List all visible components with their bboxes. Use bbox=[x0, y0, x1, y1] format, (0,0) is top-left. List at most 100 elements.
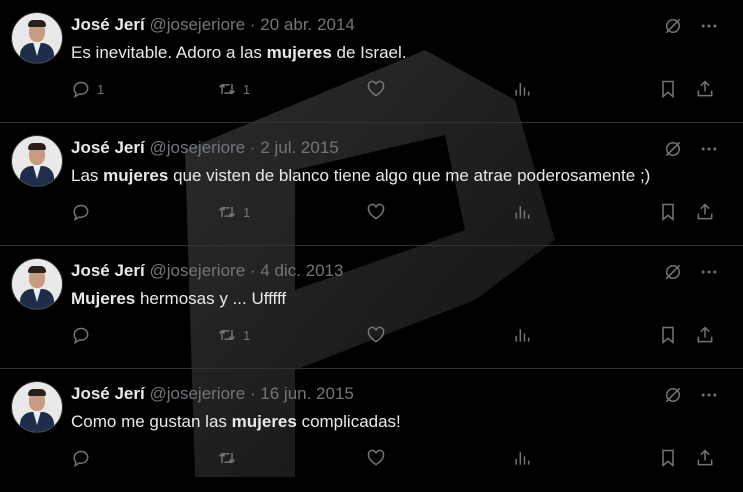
avatar[interactable] bbox=[11, 258, 63, 310]
tweet[interactable]: José Jerí @josejeriore · 16 jun. 2015 Co… bbox=[0, 369, 743, 492]
more-icon[interactable] bbox=[697, 14, 721, 38]
tweet-text-a: Las bbox=[71, 166, 104, 185]
highlight-word: mujeres bbox=[231, 412, 297, 431]
separator-dot: · bbox=[249, 15, 256, 34]
author-name[interactable]: José Jerí bbox=[71, 384, 145, 403]
bookmark-icon bbox=[662, 326, 674, 345]
tweet-date[interactable]: 20 abr. 2014 bbox=[260, 15, 355, 34]
bookmark-button[interactable] bbox=[658, 325, 678, 345]
views-icon bbox=[515, 83, 530, 96]
like-icon bbox=[367, 80, 385, 97]
retweet-button[interactable] bbox=[217, 448, 243, 468]
views-button[interactable] bbox=[512, 202, 532, 222]
tweet-actions: 1 bbox=[71, 202, 721, 226]
reply-button[interactable]: 1 bbox=[71, 79, 104, 99]
retweet-button[interactable]: 1 bbox=[217, 202, 250, 222]
tweet-text-c: hermosas y ... Ufffff bbox=[135, 289, 287, 308]
tweet-feed: José Jerí @josejeriore · 20 abr. 2014 Es… bbox=[0, 0, 743, 492]
tweet-text-c: de Israel. bbox=[331, 43, 407, 62]
reply-icon bbox=[73, 204, 89, 222]
like-icon bbox=[367, 326, 385, 343]
tweet-actions: 1 bbox=[71, 325, 721, 349]
tweet-text-a: Como me gustan las bbox=[71, 412, 232, 431]
highlight-word: mujeres bbox=[266, 43, 332, 62]
tweet-text-c: complicadas! bbox=[296, 412, 401, 431]
separator-dot: · bbox=[249, 384, 256, 403]
author-handle[interactable]: @josejeriore bbox=[149, 261, 245, 280]
like-icon bbox=[367, 449, 385, 466]
share-icon bbox=[697, 449, 713, 466]
tweet-text: Es inevitable. Adoro a las mujeres de Is… bbox=[71, 43, 406, 63]
share-button[interactable] bbox=[695, 202, 715, 222]
retweet-button[interactable]: 1 bbox=[217, 79, 250, 99]
reply-count: 1 bbox=[97, 81, 105, 97]
retweet-icon bbox=[218, 329, 236, 341]
like-button[interactable] bbox=[366, 79, 386, 99]
tweet-date[interactable]: 2 jul. 2015 bbox=[260, 138, 338, 157]
share-icon bbox=[697, 326, 713, 343]
retweet-icon bbox=[218, 206, 236, 218]
views-icon bbox=[515, 452, 530, 465]
share-button[interactable] bbox=[695, 448, 715, 468]
author-name[interactable]: José Jerí bbox=[71, 261, 145, 280]
separator-dot: · bbox=[249, 138, 256, 157]
views-icon bbox=[515, 329, 530, 342]
avatar[interactable] bbox=[11, 12, 63, 64]
bookmark-button[interactable] bbox=[658, 448, 678, 468]
share-button[interactable] bbox=[695, 325, 715, 345]
tweet-text-a: Es inevitable. Adoro a las bbox=[71, 43, 267, 62]
avatar[interactable] bbox=[11, 381, 63, 433]
retweet-count: 1 bbox=[243, 327, 251, 343]
share-button[interactable] bbox=[695, 79, 715, 99]
like-button[interactable] bbox=[366, 325, 386, 345]
like-button[interactable] bbox=[366, 202, 386, 222]
views-button[interactable] bbox=[512, 448, 532, 468]
tweet[interactable]: José Jerí @josejeriore · 4 dic. 2013 Muj… bbox=[0, 246, 743, 369]
like-button[interactable] bbox=[366, 448, 386, 468]
tweet-text: Como me gustan las mujeres complicadas! bbox=[71, 412, 401, 432]
bookmark-icon bbox=[662, 449, 674, 468]
share-icon bbox=[697, 80, 713, 97]
author-handle[interactable]: @josejeriore bbox=[149, 384, 245, 403]
tweet-text-c: que visten de blanco tiene algo que me a… bbox=[168, 166, 651, 185]
tweet-actions: 1 1 bbox=[71, 79, 721, 103]
more-icon[interactable] bbox=[697, 383, 721, 407]
views-icon bbox=[515, 206, 530, 219]
reply-button[interactable] bbox=[71, 202, 97, 222]
bookmark-button[interactable] bbox=[658, 79, 678, 99]
retweet-icon bbox=[218, 452, 236, 464]
avatar[interactable] bbox=[11, 135, 63, 187]
highlight-word: Mujeres bbox=[71, 289, 136, 308]
views-button[interactable] bbox=[512, 79, 532, 99]
grok-icon[interactable] bbox=[661, 14, 685, 38]
retweet-count: 1 bbox=[243, 204, 251, 220]
tweet-date[interactable]: 4 dic. 2013 bbox=[260, 261, 343, 280]
reply-button[interactable] bbox=[71, 448, 97, 468]
more-icon[interactable] bbox=[697, 137, 721, 161]
retweet-button[interactable]: 1 bbox=[217, 325, 250, 345]
reply-icon bbox=[73, 327, 89, 345]
reply-icon bbox=[73, 450, 89, 468]
author-handle[interactable]: @josejeriore bbox=[149, 15, 245, 34]
separator-dot: · bbox=[249, 261, 256, 280]
tweet-date[interactable]: 16 jun. 2015 bbox=[260, 384, 354, 403]
author-name[interactable]: José Jerí bbox=[71, 138, 145, 157]
reply-icon bbox=[73, 81, 89, 99]
bookmark-button[interactable] bbox=[658, 202, 678, 222]
tweet-header: José Jerí @josejeriore · 20 abr. 2014 bbox=[71, 15, 355, 35]
bookmark-icon bbox=[662, 203, 674, 222]
grok-icon[interactable] bbox=[661, 260, 685, 284]
grok-icon[interactable] bbox=[661, 383, 685, 407]
reply-button[interactable] bbox=[71, 325, 97, 345]
views-button[interactable] bbox=[512, 325, 532, 345]
tweet[interactable]: José Jerí @josejeriore · 2 jul. 2015 Las… bbox=[0, 123, 743, 246]
more-icon[interactable] bbox=[697, 260, 721, 284]
like-icon bbox=[367, 203, 385, 220]
author-name[interactable]: José Jerí bbox=[71, 15, 145, 34]
tweet[interactable]: José Jerí @josejeriore · 20 abr. 2014 Es… bbox=[0, 0, 743, 123]
author-handle[interactable]: @josejeriore bbox=[149, 138, 245, 157]
tweet-text: Mujeres hermosas y ... Ufffff bbox=[71, 289, 286, 309]
tweet-actions bbox=[71, 448, 721, 472]
tweet-text: Las mujeres que visten de blanco tiene a… bbox=[71, 166, 650, 186]
grok-icon[interactable] bbox=[661, 137, 685, 161]
